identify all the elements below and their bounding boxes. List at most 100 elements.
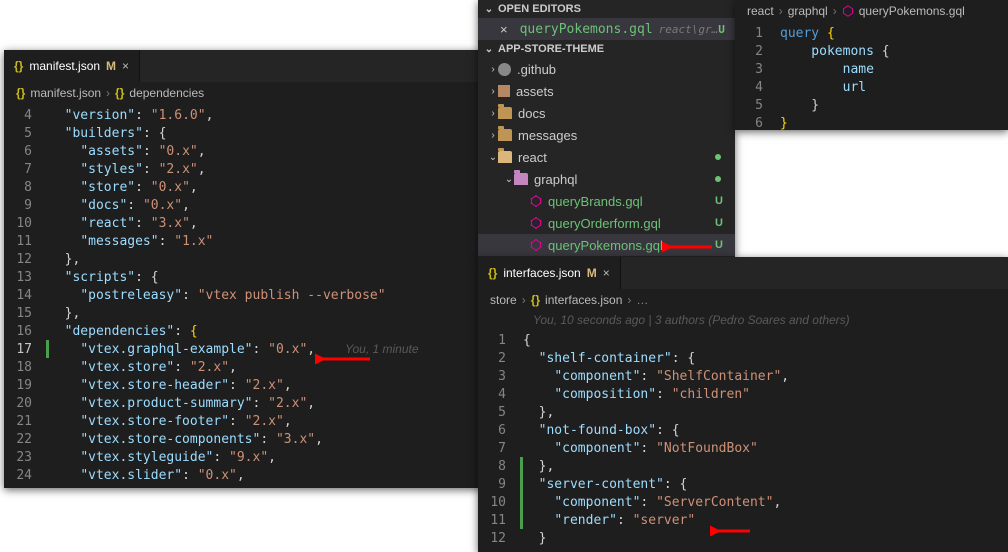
json-icon (115, 86, 124, 100)
workspace-header[interactable]: ⌄ APP-STORE-THEME (478, 40, 735, 58)
code-line[interactable]: 7 "styles": "2.x", (4, 160, 482, 178)
gitlens-blame: You, 10 seconds ago | 3 authors (Pedro S… (478, 311, 1008, 329)
code-line[interactable]: 1{ (478, 331, 1008, 349)
code-line[interactable]: 12 }, (4, 250, 482, 268)
line-number: 6 (735, 116, 777, 131)
line-number: 17 (4, 342, 46, 357)
code-line[interactable]: 2 pokemons { (735, 42, 1008, 60)
crumb-folder: react (747, 4, 774, 18)
tab-label: manifest.json (29, 59, 100, 73)
code-text: url (780, 80, 866, 95)
code-line[interactable]: 6 "assets": "0.x", (4, 142, 482, 160)
code-line[interactable]: 22 "vtex.store-components": "3.x", (4, 430, 482, 448)
code-line[interactable]: 11 "messages": "1.x" (4, 232, 482, 250)
code-line[interactable]: 17 "vtex.graphql-example": "0.x",You, 1 … (4, 340, 482, 358)
folder-item[interactable]: ›docs (478, 102, 735, 124)
code-text: "vtex.slider": "0.x", (49, 468, 245, 483)
line-number: 2 (735, 44, 777, 59)
code-text: "vtex.product-summary": "2.x", (49, 396, 315, 411)
tab-manifest[interactable]: manifest.json M × (4, 50, 140, 82)
chevron-right-icon: › (488, 86, 498, 97)
git-status-untracked: U (715, 239, 729, 251)
code-area[interactable]: 4 "version": "1.6.0",5 "builders": {6 "a… (4, 104, 482, 484)
code-line[interactable]: 14 "postreleasy": "vtex publish --verbos… (4, 286, 482, 304)
code-line[interactable]: 20 "vtex.product-summary": "2.x", (4, 394, 482, 412)
line-number: 5 (735, 98, 777, 113)
code-text: "vtex.store-footer": "2.x", (49, 414, 292, 429)
code-text: }, (49, 252, 80, 267)
tree-label: react (518, 150, 547, 165)
code-line[interactable]: 4 "version": "1.6.0", (4, 106, 482, 124)
git-status-dot (715, 176, 721, 182)
code-line[interactable]: 16 "dependencies": { (4, 322, 482, 340)
code-line[interactable]: 5 }, (478, 403, 1008, 421)
code-line[interactable]: 24 "vtex.slider": "0.x", (4, 466, 482, 484)
close-icon[interactable]: × (603, 266, 610, 280)
file-tree: ›.github›assets›docs›messages⌄react⌄grap… (478, 58, 735, 256)
code-line[interactable]: 15 }, (4, 304, 482, 322)
folder-item[interactable]: ⌄react (478, 146, 735, 168)
code-text: "server-content": { (523, 477, 687, 492)
code-line[interactable]: 7 "component": "NotFoundBox" (478, 439, 1008, 457)
code-line[interactable]: 13 "scripts": { (4, 268, 482, 286)
code-text: "styles": "2.x", (49, 162, 206, 177)
chevron-right-icon: › (779, 4, 783, 18)
code-text: "vtex.styleguide": "9.x", (49, 450, 276, 465)
code-line[interactable]: 19 "vtex.store-header": "2.x", (4, 376, 482, 394)
code-line[interactable]: 11 "render": "server" (478, 511, 1008, 529)
folder-open-icon (498, 151, 512, 163)
code-area[interactable]: 1query {2 pokemons {3 name4 url5 }6} (735, 22, 1008, 130)
code-text: "shelf-container": { (523, 351, 695, 366)
code-line[interactable]: 9 "docs": "0.x", (4, 196, 482, 214)
code-line[interactable]: 5 } (735, 96, 1008, 114)
tab-interfaces[interactable]: interfaces.json M × (478, 257, 621, 289)
code-line[interactable]: 23 "vtex.styleguide": "9.x", (4, 448, 482, 466)
close-icon[interactable]: × (500, 22, 508, 37)
close-icon[interactable]: × (122, 59, 129, 73)
tree-label: queryBrands.gql (548, 194, 643, 209)
code-line[interactable]: 21 "vtex.store-footer": "2.x", (4, 412, 482, 430)
folder-item[interactable]: ⌄graphql (478, 168, 735, 190)
code-line[interactable]: 12 } (478, 529, 1008, 547)
file-item[interactable]: queryPokemons.gqlU (478, 234, 735, 256)
code-line[interactable]: 2 "shelf-container": { (478, 349, 1008, 367)
code-line[interactable]: 3 name (735, 60, 1008, 78)
code-line[interactable]: 1query { (735, 24, 1008, 42)
code-line[interactable]: 4 url (735, 78, 1008, 96)
json-icon (531, 293, 540, 307)
code-line[interactable]: 9 "server-content": { (478, 475, 1008, 493)
code-text: { (523, 333, 531, 348)
open-editors-header[interactable]: ⌄ OPEN EDITORS (478, 0, 735, 18)
code-line[interactable]: 8 }, (478, 457, 1008, 475)
code-line[interactable]: 5 "builders": { (4, 124, 482, 142)
code-line[interactable]: 3 "component": "ShelfContainer", (478, 367, 1008, 385)
section-label: APP-STORE-THEME (498, 43, 604, 55)
breadcrumb[interactable]: manifest.json › dependencies (4, 82, 482, 104)
code-line[interactable]: 6 "not-found-box": { (478, 421, 1008, 439)
file-item[interactable]: queryBrands.gqlU (478, 190, 735, 212)
file-item[interactable]: queryOrderform.gqlU (478, 212, 735, 234)
code-line[interactable]: 6} (735, 114, 1008, 130)
code-line[interactable]: 18 "vtex.store": "2.x", (4, 358, 482, 376)
line-number: 7 (4, 162, 46, 177)
code-text: "vtex.graphql-example": "0.x", (49, 342, 315, 357)
line-number: 22 (4, 432, 46, 447)
editor-manifest: manifest.json M × manifest.json › depend… (4, 50, 482, 488)
line-number: 12 (4, 252, 46, 267)
breadcrumb[interactable]: react › graphql › queryPokemons.gql (735, 0, 1008, 22)
breadcrumb[interactable]: store › interfaces.json › … (478, 289, 1008, 311)
crumb-file: interfaces.json (545, 293, 622, 307)
open-editor-item[interactable]: × queryPokemons.gql react\gr… U (478, 18, 735, 40)
code-line[interactable]: 8 "store": "0.x", (4, 178, 482, 196)
line-number: 9 (4, 198, 46, 213)
crumb-file: manifest.json (30, 86, 101, 100)
folder-item[interactable]: ›assets (478, 80, 735, 102)
code-line[interactable]: 10 "component": "ServerContent", (478, 493, 1008, 511)
folder-item[interactable]: ›messages (478, 124, 735, 146)
line-number: 11 (4, 234, 46, 249)
line-number: 16 (4, 324, 46, 339)
code-line[interactable]: 4 "composition": "children" (478, 385, 1008, 403)
code-line[interactable]: 10 "react": "3.x", (4, 214, 482, 232)
folder-item[interactable]: ›.github (478, 58, 735, 80)
code-area[interactable]: 1{2 "shelf-container": {3 "component": "… (478, 329, 1008, 547)
